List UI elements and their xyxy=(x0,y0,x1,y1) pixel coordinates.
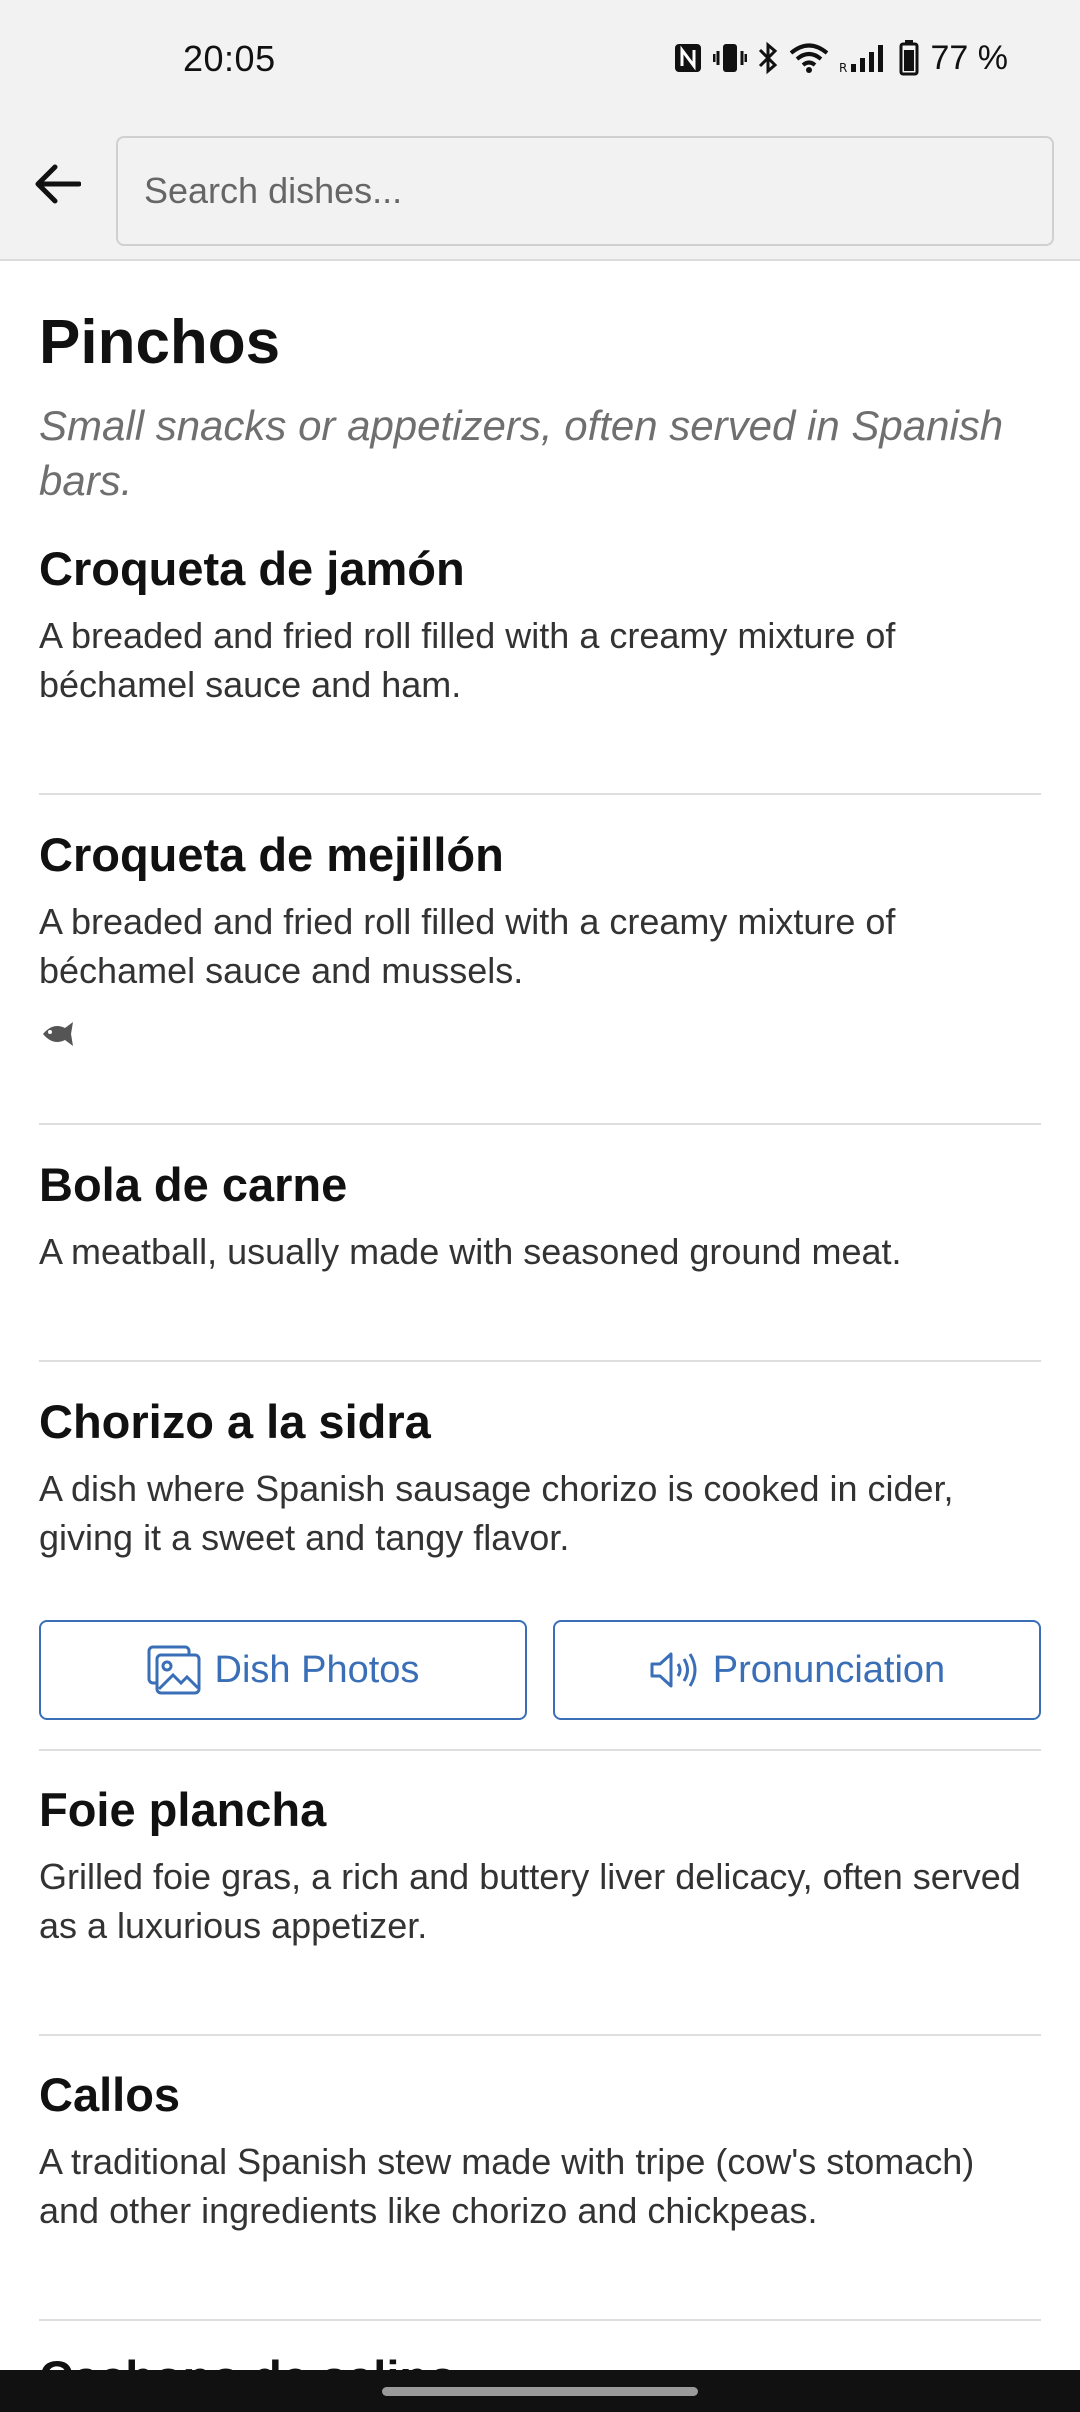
fish-icon xyxy=(39,1019,77,1054)
status-icons: R 77 % xyxy=(673,36,1009,80)
dish-item[interactable]: Foie plancha Grilled foie gras, a rich a… xyxy=(39,1782,1041,1950)
status-bar: 20:05 R 77 % xyxy=(0,0,1080,122)
bluetooth-icon xyxy=(757,41,779,75)
divider xyxy=(39,1123,1041,1125)
battery-icon xyxy=(899,40,919,76)
divider xyxy=(39,1360,1041,1362)
dish-description: A dish where Spanish sausage chorizo is … xyxy=(39,1468,954,1558)
section-title: Pinchos xyxy=(39,308,281,377)
image-icon xyxy=(147,1645,201,1695)
divider xyxy=(39,2319,1041,2321)
dish-name: Croqueta de jamón xyxy=(39,542,465,595)
dish-item[interactable]: Chorizo a la sidra A dish where Spanish … xyxy=(39,1394,1041,1562)
dish-description: A breaded and fried roll filled with a c… xyxy=(39,615,896,705)
arrow-left-icon xyxy=(35,164,81,204)
dish-item[interactable]: Callos A traditional Spanish stew made w… xyxy=(39,2067,1041,2235)
status-time: 20:05 xyxy=(183,38,276,79)
dish-name: Foie plancha xyxy=(39,1783,327,1836)
dish-photos-button[interactable]: Dish Photos xyxy=(39,1620,527,1720)
pronunciation-label: Pronunciation xyxy=(712,1648,946,1691)
vibrate-icon xyxy=(712,42,747,74)
dish-item[interactable]: Croqueta de mejillón A breaded and fried… xyxy=(39,827,1041,995)
speaker-icon xyxy=(650,1652,697,1688)
home-handle[interactable] xyxy=(382,2387,698,2396)
search-header xyxy=(0,122,1080,261)
dish-item[interactable]: Croqueta de jamón A breaded and fried ro… xyxy=(39,541,1041,709)
back-button[interactable] xyxy=(22,148,94,220)
section-subtitle: Small snacks or appetizers, often served… xyxy=(39,402,1004,504)
pronunciation-button[interactable]: Pronunciation xyxy=(553,1620,1041,1720)
dish-description: A breaded and fried roll filled with a c… xyxy=(39,901,896,991)
battery-percent: 77 % xyxy=(930,38,1009,77)
dish-item[interactable]: Bola de carne A meatball, usually made w… xyxy=(39,1157,1041,1276)
dish-description: Grilled foie gras, a rich and buttery li… xyxy=(39,1856,1021,1946)
dish-name: Bola de carne xyxy=(39,1158,348,1211)
divider xyxy=(39,1749,1041,1751)
dish-name: Chorizo a la sidra xyxy=(39,1395,431,1448)
dish-name: Callos xyxy=(39,2068,181,2121)
search-input[interactable] xyxy=(116,136,1054,246)
svg-text:R: R xyxy=(839,61,847,74)
dish-description: A meatball, usually made with seasoned g… xyxy=(39,1231,902,1272)
dish-description: A traditional Spanish stew made with tri… xyxy=(39,2141,975,2231)
divider xyxy=(39,793,1041,795)
wifi-icon xyxy=(789,42,829,74)
screen: 20:05 R 77 % Search dishes... Pinchos Sm… xyxy=(0,0,1080,2412)
navigation-bar xyxy=(0,2370,1080,2412)
dish-photos-label: Dish Photos xyxy=(214,1648,420,1691)
divider xyxy=(39,2034,1041,2036)
nfc-icon xyxy=(673,42,703,74)
signal-icon: R xyxy=(839,42,889,74)
dish-name: Croqueta de mejillón xyxy=(39,828,504,881)
